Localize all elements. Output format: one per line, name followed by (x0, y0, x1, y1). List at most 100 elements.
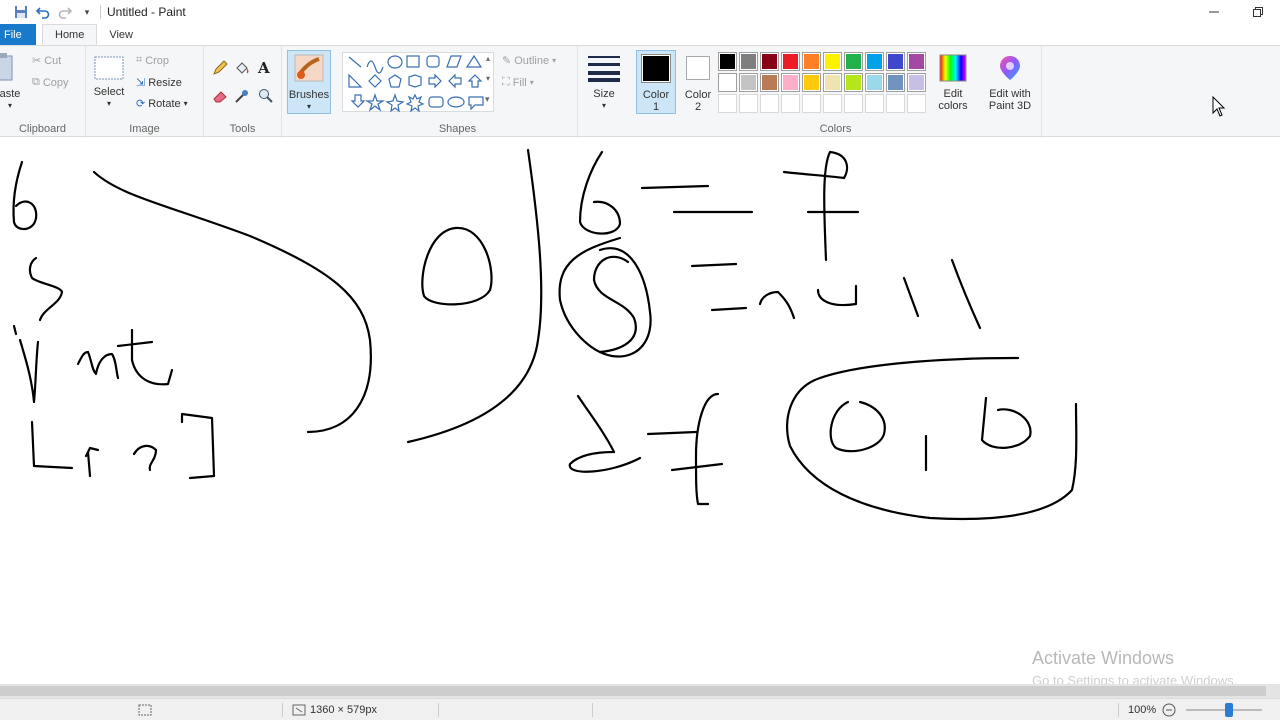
text-tool-icon[interactable]: A (258, 59, 270, 77)
shapes-group: ▴ ▾ ▾ ✎ Outline ▾ ⛶ Fill ▾ Shapes (338, 46, 578, 138)
shapes-scroll-down-icon[interactable]: ▾ (486, 74, 490, 83)
size-button[interactable]: Size ▾ (584, 52, 624, 112)
zoom-out-icon (1162, 703, 1176, 717)
color-swatch[interactable] (760, 52, 779, 71)
fill-bucket-icon[interactable] (234, 60, 250, 76)
tab-file[interactable]: File (0, 24, 36, 45)
selection-position (138, 699, 152, 720)
color-swatch[interactable] (907, 52, 926, 71)
outline-dropdown-icon: ▾ (552, 56, 557, 65)
select-button[interactable]: Select ▾ (92, 56, 126, 110)
redo-icon[interactable] (56, 3, 74, 21)
ribbon-tabs: File Home View (0, 24, 1280, 45)
scrollbar-thumb[interactable] (0, 686, 1266, 696)
save-icon[interactable] (12, 3, 30, 21)
paste-icon (0, 53, 13, 81)
edit-colors-label-line1: Edit (943, 88, 963, 100)
zoom-out-button[interactable] (1162, 699, 1176, 720)
rotate-label: Rotate (148, 97, 181, 110)
restore-icon[interactable] (1236, 0, 1280, 24)
fill-icon: ⛶ (502, 76, 510, 88)
edit-with-paint3d-button[interactable]: Edit with Paint 3D (982, 54, 1038, 112)
color-swatch[interactable] (886, 73, 905, 92)
color-swatch[interactable] (844, 52, 863, 71)
edit-colors-label-line2: colors (938, 100, 968, 112)
pencil-icon[interactable] (212, 60, 228, 76)
color-swatch[interactable] (886, 52, 905, 71)
horizontal-scrollbar[interactable] (0, 684, 1280, 698)
color2-button[interactable]: Color 2 (678, 53, 718, 113)
color-picker-icon[interactable] (234, 88, 250, 104)
color-swatch[interactable] (739, 73, 758, 92)
paint3d-icon (1000, 56, 1020, 80)
image-group: Select ▾ ⌗ Crop ⇲ Resize ⟳ Rotate ▾ Imag… (86, 46, 204, 138)
color-swatch[interactable] (760, 73, 779, 92)
custom-color-slot[interactable] (739, 94, 758, 113)
color-swatch[interactable] (823, 73, 842, 92)
paste-button[interactable]: aste ▾ (0, 52, 20, 112)
custom-color-slot[interactable] (802, 94, 821, 113)
custom-color-slot[interactable] (865, 94, 884, 113)
shapes-more-icon[interactable]: ▾ (485, 94, 490, 105)
zoom-slider-thumb[interactable] (1225, 703, 1233, 717)
drawing-canvas[interactable] (0, 138, 1280, 684)
color-swatch[interactable] (907, 73, 926, 92)
zoom-slider-track[interactable] (1186, 709, 1262, 711)
fill-button[interactable]: ⛶ Fill ▾ (502, 76, 534, 89)
undo-icon[interactable] (34, 3, 52, 21)
outline-label: Outline (514, 54, 550, 67)
crop-button[interactable]: ⌗ Crop (136, 54, 169, 67)
custom-color-slot[interactable] (886, 94, 905, 113)
color1-fill (643, 56, 669, 81)
magnifier-icon[interactable] (258, 88, 274, 104)
select-label: Select (93, 86, 125, 98)
custom-color-slot[interactable] (718, 94, 737, 113)
selection-size-icon (138, 704, 152, 716)
color1-button[interactable]: Color 1 (636, 50, 676, 114)
color-swatch[interactable] (802, 73, 821, 92)
minimize-icon[interactable] (1192, 0, 1236, 24)
color-swatch[interactable] (718, 73, 737, 92)
eraser-icon[interactable] (212, 88, 228, 104)
canvas-size-icon (292, 704, 306, 716)
cut-button[interactable]: ✂ Cut (32, 54, 62, 68)
color-swatch[interactable] (739, 52, 758, 71)
color-swatch[interactable] (865, 73, 884, 92)
custom-color-slot[interactable] (781, 94, 800, 113)
tab-home[interactable]: Home (42, 24, 98, 45)
custom-color-slot[interactable] (760, 94, 779, 113)
paint3d-label-line2: Paint 3D (988, 100, 1032, 112)
select-icon (94, 56, 124, 80)
custom-color-slot[interactable] (907, 94, 926, 113)
shapes-scroll-up-icon[interactable]: ▴ (486, 54, 490, 63)
copy-icon: ⧉ (32, 76, 40, 88)
customize-qat-icon[interactable]: ▾ (78, 3, 96, 21)
paint3d-label-line1: Edit with (989, 88, 1031, 100)
color-swatch[interactable] (802, 52, 821, 71)
status-divider (592, 703, 593, 717)
shapes-gallery[interactable] (342, 52, 494, 113)
copy-button[interactable]: ⧉ Copy (32, 76, 69, 89)
cut-label: Cut (44, 54, 62, 67)
color-swatch[interactable] (781, 52, 800, 71)
paste-dropdown-icon: ▾ (7, 101, 12, 110)
color-palette (718, 52, 927, 114)
custom-color-slot[interactable] (823, 94, 842, 113)
edit-colors-button[interactable]: Edit colors (932, 54, 974, 112)
tab-view[interactable]: View (97, 24, 145, 45)
activation-watermark-title: Activate Windows (1032, 648, 1175, 668)
custom-color-slot[interactable] (844, 94, 863, 113)
color-swatch[interactable] (844, 73, 863, 92)
rotate-button[interactable]: ⟳ Rotate ▾ (136, 97, 188, 111)
shapes-icon (348, 54, 484, 113)
color-swatch[interactable] (823, 52, 842, 71)
status-bar: 1360 × 579px 100% (0, 698, 1280, 720)
resize-button[interactable]: ⇲ Resize (136, 76, 182, 90)
color-swatch[interactable] (781, 73, 800, 92)
brushes-button[interactable]: Brushes ▾ (287, 50, 331, 114)
outline-button[interactable]: ✎ Outline ▾ (502, 54, 557, 68)
select-dropdown-icon: ▾ (106, 99, 111, 108)
fill-dropdown-icon: ▾ (529, 78, 534, 87)
color-swatch[interactable] (865, 52, 884, 71)
color-swatch[interactable] (718, 52, 737, 71)
